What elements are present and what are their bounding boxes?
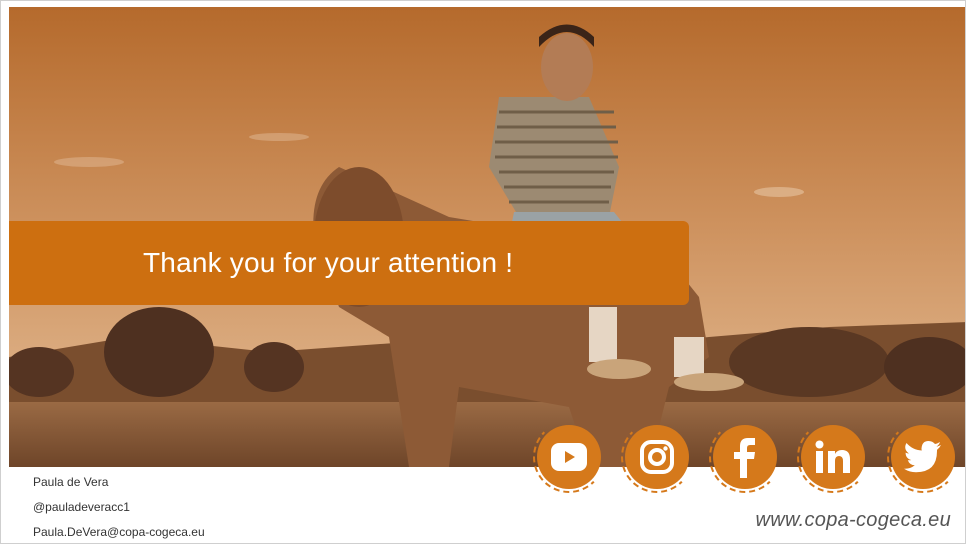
contact-handle[interactable]: @pauladeveracc1 <box>33 495 333 520</box>
instagram-link[interactable] <box>621 421 693 493</box>
social-links <box>529 421 965 501</box>
slide-title: Thank you for your attention ! <box>143 247 514 278</box>
facebook-link[interactable] <box>709 421 781 493</box>
twitter-link[interactable] <box>887 421 959 493</box>
youtube-icon <box>551 443 587 471</box>
contact-name: Paula de Vera <box>33 475 109 489</box>
instagram-icon <box>640 440 674 474</box>
contact-info: Paula de Vera @pauladeveracc1 Paula.DeVe… <box>33 470 333 543</box>
youtube-link[interactable] <box>533 421 605 493</box>
linkedin-link[interactable] <box>797 421 869 493</box>
contact-email[interactable]: Paula.DeVera@copa-cogeca.eu <box>33 520 333 543</box>
facebook-icon <box>734 438 755 478</box>
linkedin-icon <box>815 440 850 473</box>
title-banner: Thank you for your attention ! <box>9 221 689 305</box>
slide: Thank you for your attention ! Paula de … <box>0 0 966 544</box>
twitter-icon <box>904 441 941 473</box>
website-url[interactable]: www.copa-cogeca.eu <box>701 509 951 532</box>
